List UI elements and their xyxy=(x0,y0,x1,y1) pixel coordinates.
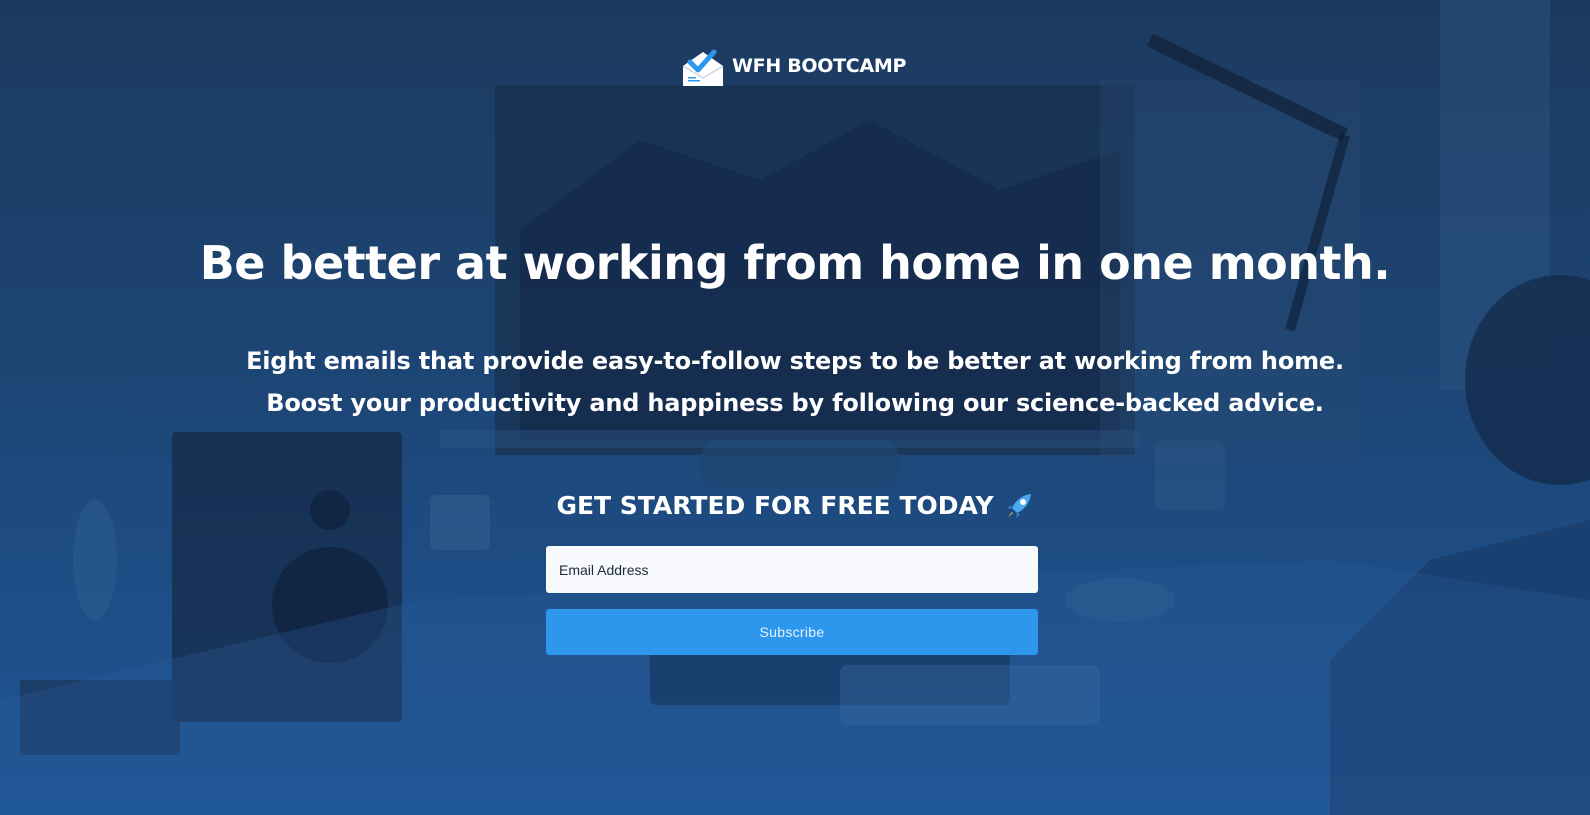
envelope-check-icon xyxy=(682,49,724,86)
page-subheadline: Eight emails that provide easy-to-follow… xyxy=(0,340,1590,424)
brand-name: WFH BOOTCAMP xyxy=(732,55,907,77)
signup-cta: GET STARTED FOR FREE TODAY xyxy=(0,489,1590,523)
page-headline: Be better at working from home in one mo… xyxy=(199,236,1391,290)
rocket-icon xyxy=(1006,494,1031,518)
subhead-line-1: Eight emails that provide easy-to-follow… xyxy=(246,347,1344,375)
subhead-line-2: Boost your productivity and happiness by… xyxy=(266,389,1324,417)
cta-text: GET STARTED FOR FREE TODAY xyxy=(556,491,994,520)
brand-logo[interactable]: WFH BOOTCAMP xyxy=(680,44,906,88)
subscribe-button[interactable]: Subscribe xyxy=(546,609,1038,655)
hero-section: WFH BOOTCAMP Be better at working from h… xyxy=(0,0,1590,815)
email-input[interactable] xyxy=(546,546,1038,593)
